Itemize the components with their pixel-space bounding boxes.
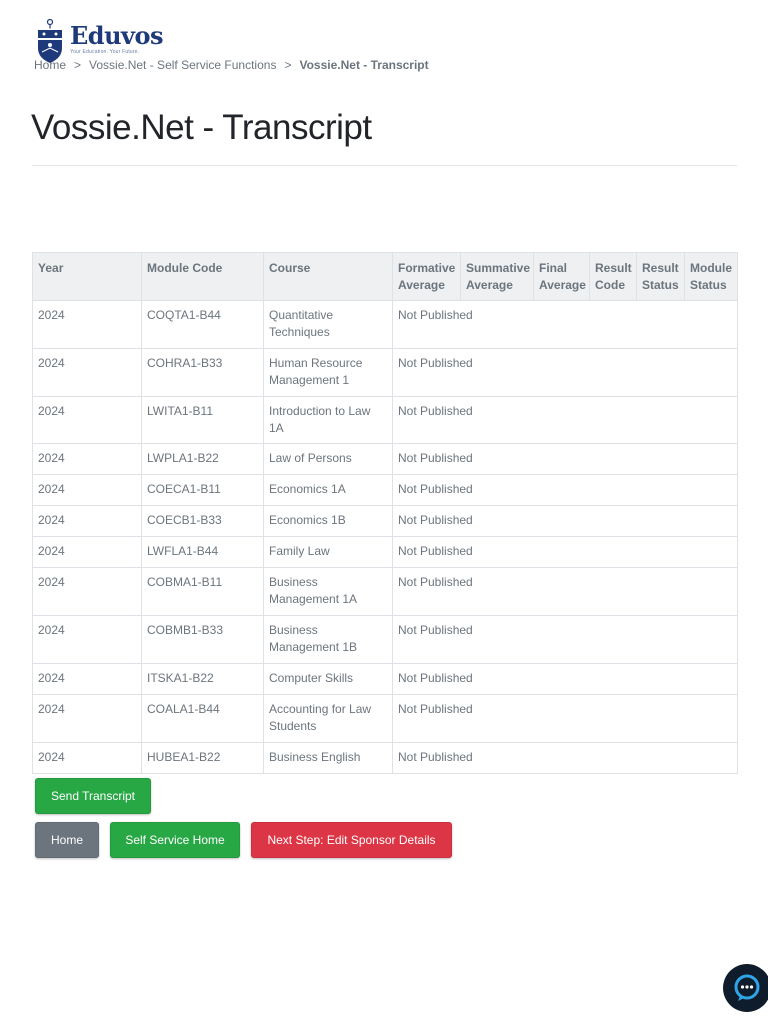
cell-result: Not Published <box>392 536 738 568</box>
table-row: 2024 COBMA1-B11 Business Management 1A N… <box>32 567 738 616</box>
cell-year: 2024 <box>32 474 142 506</box>
cell-course: Computer Skills <box>263 663 393 695</box>
cell-year: 2024 <box>32 348 142 397</box>
cell-course: Business Management 1B <box>263 615 393 664</box>
header-formative-average: Formative Average <box>392 252 461 301</box>
cell-year: 2024 <box>32 694 142 743</box>
cell-year: 2024 <box>32 615 142 664</box>
table-row: 2024 ITSKA1-B22 Computer Skills Not Publ… <box>32 663 738 695</box>
cell-module-code: COHRA1-B33 <box>141 348 264 397</box>
cell-year: 2024 <box>32 663 142 695</box>
cell-module-code: LWITA1-B11 <box>141 396 264 444</box>
cell-module-code: COECB1-B33 <box>141 505 264 537</box>
header-module-status: Module Status <box>684 252 738 301</box>
cell-year: 2024 <box>32 443 142 475</box>
cell-result: Not Published <box>392 396 738 444</box>
cell-module-code: LWFLA1-B44 <box>141 536 264 568</box>
cell-module-code: COBMB1-B33 <box>141 615 264 664</box>
self-service-home-button[interactable]: Self Service Home <box>110 822 240 858</box>
breadcrumb-separator: > <box>74 58 82 72</box>
cell-module-code: HUBEA1-B22 <box>141 742 264 774</box>
table-row: 2024 COALA1-B44 Accounting for Law Stude… <box>32 694 738 743</box>
cell-result: Not Published <box>392 505 738 537</box>
chat-widget-button[interactable] <box>723 964 768 1012</box>
cell-course: Introduction to Law 1A <box>263 396 393 444</box>
table-row: 2024 COQTA1-B44 Quantitative Techniques … <box>32 300 738 349</box>
cell-year: 2024 <box>32 567 142 616</box>
table-row: 2024 COBMB1-B33 Business Management 1B N… <box>32 615 738 664</box>
cell-result: Not Published <box>392 694 738 743</box>
table-row: 2024 LWITA1-B11 Introduction to Law 1A N… <box>32 396 738 444</box>
logo-name: Eduvos <box>70 21 164 50</box>
next-step-edit-sponsor-button[interactable]: Next Step: Edit Sponsor Details <box>251 822 452 858</box>
page: Eduvos Your Education. Your Future. Home… <box>0 0 768 1024</box>
cell-course: Business English <box>263 742 393 774</box>
cell-year: 2024 <box>32 536 142 568</box>
breadcrumb-separator: > <box>284 58 292 72</box>
cell-course: Accounting for Law Students <box>263 694 393 743</box>
table-row: 2024 HUBEA1-B22 Business English Not Pub… <box>32 742 738 774</box>
table-row: 2024 COECB1-B33 Economics 1B Not Publish… <box>32 505 738 537</box>
chat-bubble-icon <box>734 974 760 1001</box>
table-row: 2024 LWFLA1-B44 Family Law Not Published <box>32 536 738 568</box>
cell-course: Quantitative Techniques <box>263 300 393 349</box>
home-button[interactable]: Home <box>35 822 99 858</box>
cell-module-code: COALA1-B44 <box>141 694 264 743</box>
cell-result: Not Published <box>392 474 738 506</box>
transcript-table-wrapper: Year Module Code Course Formative Averag… <box>32 252 738 774</box>
header-course: Course <box>263 252 393 301</box>
cell-course: Economics 1B <box>263 505 393 537</box>
header-final-average: Final Average <box>533 252 590 301</box>
breadcrumb: Home > Vossie.Net - Self Service Functio… <box>34 58 429 72</box>
send-transcript-button[interactable]: Send Transcript <box>35 778 151 814</box>
cell-module-code: COQTA1-B44 <box>141 300 264 349</box>
cell-course: Law of Persons <box>263 443 393 475</box>
cell-year: 2024 <box>32 396 142 444</box>
header-result-status: Result Status <box>636 252 685 301</box>
page-title: Vossie.Net - Transcript <box>31 108 372 147</box>
cell-result: Not Published <box>392 663 738 695</box>
table-row: 2024 LWPLA1-B22 Law of Persons Not Publi… <box>32 443 738 475</box>
cell-course: Family Law <box>263 536 393 568</box>
header-summative-average: Summative Average <box>460 252 534 301</box>
header-result-code: Result Code <box>589 252 637 301</box>
cell-result: Not Published <box>392 300 738 349</box>
cell-result: Not Published <box>392 615 738 664</box>
cell-result: Not Published <box>392 348 738 397</box>
cell-course: Economics 1A <box>263 474 393 506</box>
breadcrumb-home-link[interactable]: Home <box>34 58 66 72</box>
cell-result: Not Published <box>392 567 738 616</box>
table-header-row: Year Module Code Course Formative Averag… <box>32 252 738 301</box>
cell-year: 2024 <box>32 300 142 349</box>
title-divider <box>32 165 737 166</box>
breadcrumb-self-service-link[interactable]: Vossie.Net - Self Service Functions <box>89 58 276 72</box>
table-row: 2024 COECA1-B11 Economics 1A Not Publish… <box>32 474 738 506</box>
cell-module-code: LWPLA1-B22 <box>141 443 264 475</box>
cell-result: Not Published <box>392 742 738 774</box>
cell-year: 2024 <box>32 742 142 774</box>
cell-module-code: COBMA1-B11 <box>141 567 264 616</box>
cell-year: 2024 <box>32 505 142 537</box>
cell-course: Business Management 1A <box>263 567 393 616</box>
table-row: 2024 COHRA1-B33 Human Resource Managemen… <box>32 348 738 397</box>
cell-result: Not Published <box>392 443 738 475</box>
cell-module-code: ITSKA1-B22 <box>141 663 264 695</box>
breadcrumb-current: Vossie.Net - Transcript <box>299 58 429 72</box>
cell-module-code: COECA1-B11 <box>141 474 264 506</box>
header-module-code: Module Code <box>141 252 264 301</box>
header-year: Year <box>32 252 142 301</box>
transcript-table: Year Module Code Course Formative Averag… <box>32 252 738 774</box>
cell-course: Human Resource Management 1 <box>263 348 393 397</box>
